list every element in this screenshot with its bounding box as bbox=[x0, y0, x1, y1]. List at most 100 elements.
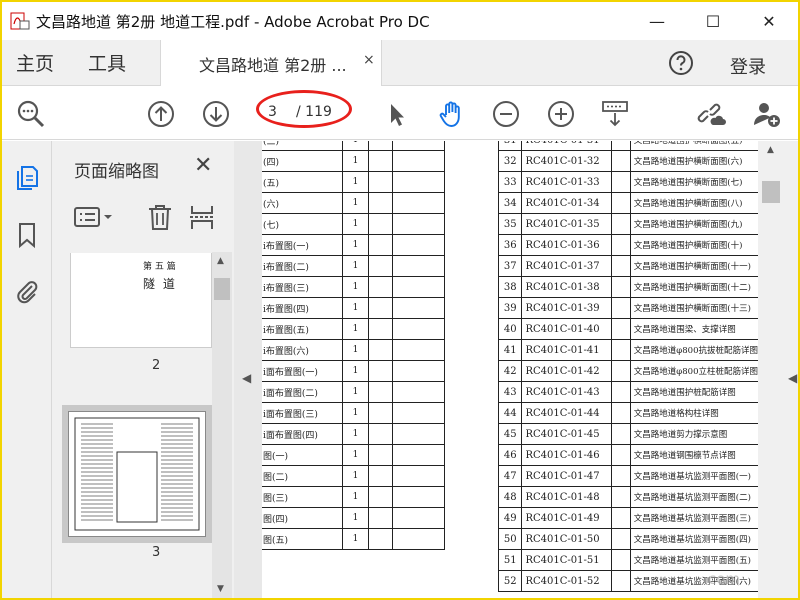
zoom-search-icon[interactable] bbox=[16, 99, 46, 129]
thumbnail-page-2[interactable]: 第 五 篇 隧 道 bbox=[70, 253, 212, 348]
drawing-code: RC401C-01-36 bbox=[521, 234, 613, 256]
thumbnail-options-icon[interactable] bbox=[72, 203, 118, 231]
zoom-in-icon[interactable] bbox=[546, 99, 576, 129]
drawing-code: RC401C-01-51 bbox=[521, 549, 613, 571]
drawing-name: 文昌路地道围护横断面图(八) bbox=[629, 192, 762, 214]
drawing-name: i布置图(六) bbox=[262, 339, 343, 361]
document-scrollbar[interactable]: ▲ bbox=[758, 141, 786, 598]
drawing-name: i布置图(一) bbox=[262, 234, 343, 256]
empty-cell bbox=[368, 141, 393, 151]
thumbnails-scrollbar[interactable]: ▲ ▼ bbox=[212, 252, 232, 598]
drawing-number: 33 bbox=[497, 171, 523, 193]
table-row: 图(五) 1 bbox=[262, 528, 445, 550]
sheet-count: 1 bbox=[342, 339, 369, 361]
empty-cell bbox=[368, 150, 393, 172]
empty-cell bbox=[392, 192, 445, 214]
drawing-number: 38 bbox=[497, 276, 523, 298]
drawing-code: RC401C-01-47 bbox=[521, 465, 613, 487]
bookmark-icon[interactable] bbox=[14, 221, 40, 249]
document-tab[interactable]: 文昌路地道 第2册 ... × bbox=[160, 40, 382, 86]
drawing-name: 文昌路地道钢围檩节点详图 bbox=[629, 444, 762, 466]
thumbnails-panel: 页面缩略图 ✕ 第 五 篇 隧 道 2 3 bbox=[52, 141, 234, 598]
empty-cell bbox=[368, 423, 393, 445]
scroll-up-icon[interactable]: ▲ bbox=[767, 145, 774, 155]
page-thumbnails-icon[interactable] bbox=[14, 163, 40, 191]
drawing-code: RC401C-01-45 bbox=[521, 423, 613, 445]
drawing-name: (三) bbox=[262, 141, 343, 151]
sheet-count: 1 bbox=[342, 360, 369, 382]
delete-page-icon[interactable] bbox=[146, 203, 174, 231]
drawing-number: 48 bbox=[497, 486, 523, 508]
drawing-code: RC401C-01-31 bbox=[521, 141, 613, 151]
next-page-icon[interactable] bbox=[201, 99, 231, 129]
drawing-number: 49 bbox=[497, 507, 523, 529]
maximize-button[interactable]: ☐ bbox=[690, 2, 736, 40]
drawing-code: RC401C-01-52 bbox=[521, 570, 613, 592]
attachment-icon[interactable] bbox=[14, 277, 40, 305]
current-page-input[interactable] bbox=[268, 104, 292, 120]
table-row: 36 RC401C-01-36 文昌路地道围护横断面图(十) bbox=[497, 234, 762, 256]
right-gutter: ◀ bbox=[786, 141, 798, 598]
empty-cell bbox=[392, 486, 445, 508]
page-number-field: / 119 bbox=[262, 102, 348, 124]
acrobat-window: 文昌路地道 第2册 地道工程.pdf - Adobe Acrobat Pro D… bbox=[0, 0, 800, 600]
document-tab-close-icon[interactable]: × bbox=[363, 52, 375, 68]
table-row: 40 RC401C-01-40 文昌路地道围梁、支撑详图 bbox=[497, 318, 762, 340]
scrollbar-thumb[interactable] bbox=[762, 181, 780, 203]
scroll-up-icon[interactable]: ▲ bbox=[217, 256, 224, 266]
sheet-count: 1 bbox=[342, 381, 369, 403]
minimize-button[interactable]: — bbox=[634, 2, 680, 40]
previous-page-icon[interactable] bbox=[146, 99, 176, 129]
empty-cell bbox=[611, 297, 631, 319]
expand-right-pane-icon[interactable]: ◀ bbox=[788, 371, 797, 385]
zoom-out-icon[interactable] bbox=[491, 99, 521, 129]
table-row: 31RC401C-01-31 文昌路地道围护横断面图(五) bbox=[497, 141, 762, 151]
drawing-number: 52 bbox=[497, 570, 523, 592]
help-icon[interactable] bbox=[668, 50, 694, 76]
close-window-button[interactable]: ✕ bbox=[746, 2, 792, 40]
empty-cell bbox=[368, 444, 393, 466]
thumbnail-page-3-selected[interactable] bbox=[62, 405, 212, 543]
empty-cell bbox=[611, 360, 631, 382]
empty-cell bbox=[392, 141, 445, 151]
collapse-panel-icon[interactable]: ◀ bbox=[242, 371, 251, 385]
empty-cell bbox=[368, 381, 393, 403]
table-row: i面布置图(四) 1 bbox=[262, 423, 445, 445]
login-link[interactable]: 登录 bbox=[730, 53, 766, 79]
drawing-name: i面布置图(二) bbox=[262, 381, 343, 403]
menu-tools[interactable]: 工具 bbox=[88, 49, 126, 76]
share-link-icon[interactable] bbox=[696, 99, 726, 129]
table-row: 49 RC401C-01-49 文昌路地道基坑监测平面图(三) bbox=[497, 507, 762, 529]
table-row: (五) 1 bbox=[262, 171, 445, 193]
thumbnail-preview bbox=[74, 417, 200, 531]
drawing-code: RC401C-01-34 bbox=[521, 192, 613, 214]
crop-page-icon[interactable] bbox=[188, 203, 216, 231]
keyboard-download-icon[interactable] bbox=[600, 99, 630, 129]
table-row: i布置图(二) 1 bbox=[262, 255, 445, 277]
empty-cell bbox=[611, 423, 631, 445]
add-user-icon[interactable] bbox=[752, 99, 782, 129]
menu-home[interactable]: 主页 bbox=[16, 49, 54, 76]
drawing-number: 39 bbox=[497, 297, 523, 319]
empty-cell bbox=[368, 339, 393, 361]
empty-cell bbox=[368, 402, 393, 424]
select-cursor-icon[interactable] bbox=[382, 99, 412, 129]
scrollbar-thumb[interactable] bbox=[214, 278, 230, 300]
drawing-name: 文昌路地道基坑监测平面图(三) bbox=[629, 507, 762, 529]
table-row: i布置图(五) 1 bbox=[262, 318, 445, 340]
table-row: 51 RC401C-01-51 文昌路地道基坑监测平面图(五) bbox=[497, 549, 762, 571]
empty-cell bbox=[392, 402, 445, 424]
sheet-count: 1 bbox=[342, 444, 369, 466]
table-row: 35 RC401C-01-35 文昌路地道围护横断面图(九) bbox=[497, 213, 762, 235]
empty-cell bbox=[392, 465, 445, 487]
document-view: ◀ (三)1(四)1(五)1(六)1(七)1i布置图(一)1i布置图(二)1i布… bbox=[234, 141, 798, 598]
panel-close-icon[interactable]: ✕ bbox=[194, 153, 212, 178]
drawing-name: 文昌路地道基坑监测平面图(五) bbox=[629, 549, 762, 571]
empty-cell bbox=[368, 507, 393, 529]
drawing-number: 43 bbox=[497, 381, 523, 403]
scroll-down-icon[interactable]: ▼ bbox=[217, 584, 224, 594]
empty-cell bbox=[392, 528, 445, 550]
drawing-name: 文昌路地道基坑监测平面图(二) bbox=[629, 486, 762, 508]
hand-tool-icon[interactable] bbox=[436, 99, 466, 129]
sheet-count: 1 bbox=[342, 141, 369, 151]
